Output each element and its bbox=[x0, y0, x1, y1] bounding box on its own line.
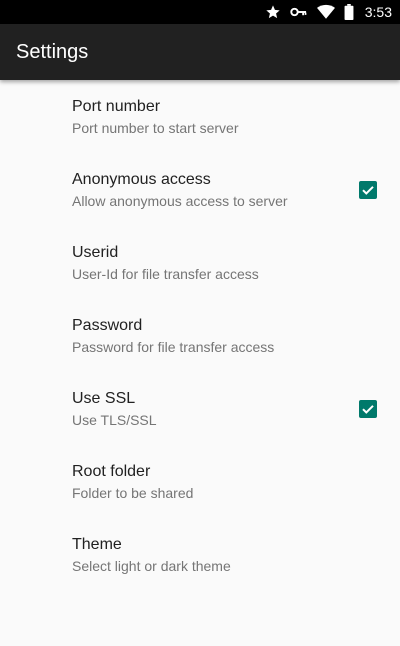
pref-title: Anonymous access bbox=[72, 171, 211, 188]
pref-title: Port number bbox=[72, 98, 161, 115]
battery-icon bbox=[344, 4, 354, 20]
pref-root-folder[interactable]: Root folder Folder to be shared bbox=[0, 445, 400, 518]
pref-title: Theme bbox=[72, 536, 122, 553]
pref-use-ssl[interactable]: Use SSL Use TLS/SSL bbox=[0, 372, 400, 445]
app-bar: Settings bbox=[0, 24, 400, 80]
pref-title: Use SSL bbox=[72, 390, 136, 407]
pref-password[interactable]: Password Password for file transfer acce… bbox=[0, 299, 400, 372]
pref-port-number[interactable]: Port number Port number to start server bbox=[0, 80, 400, 153]
pref-anonymous-access[interactable]: Anonymous access Allow anonymous access … bbox=[0, 153, 400, 226]
status-bar: 3:53 bbox=[0, 0, 400, 24]
pref-title: Userid bbox=[72, 244, 119, 261]
key-icon bbox=[290, 4, 308, 20]
star-icon bbox=[265, 4, 281, 20]
pref-summary: Allow anonymous access to server bbox=[72, 193, 288, 209]
page-title: Settings bbox=[16, 41, 89, 63]
status-icons: 3:53 bbox=[265, 0, 392, 24]
pref-theme[interactable]: Theme Select light or dark theme bbox=[0, 518, 400, 591]
pref-userid[interactable]: Userid User-Id for file transfer access bbox=[0, 226, 400, 299]
pref-title: Root folder bbox=[72, 463, 151, 480]
use-ssl-checkbox[interactable] bbox=[359, 400, 377, 418]
pref-summary: Select light or dark theme bbox=[72, 558, 231, 574]
checkmark-icon bbox=[362, 405, 374, 414]
pref-title: Password bbox=[72, 317, 143, 334]
pref-summary: User-Id for file transfer access bbox=[72, 266, 259, 282]
status-time: 3:53 bbox=[364, 4, 392, 20]
pref-summary: Port number to start server bbox=[72, 120, 239, 136]
pref-summary: Use TLS/SSL bbox=[72, 412, 157, 428]
preference-list: Port number Port number to start server … bbox=[0, 80, 400, 591]
anonymous-access-checkbox[interactable] bbox=[359, 181, 377, 199]
wifi-icon bbox=[316, 4, 335, 20]
checkmark-icon bbox=[362, 186, 374, 195]
pref-summary: Password for file transfer access bbox=[72, 339, 275, 355]
pref-summary: Folder to be shared bbox=[72, 485, 194, 501]
